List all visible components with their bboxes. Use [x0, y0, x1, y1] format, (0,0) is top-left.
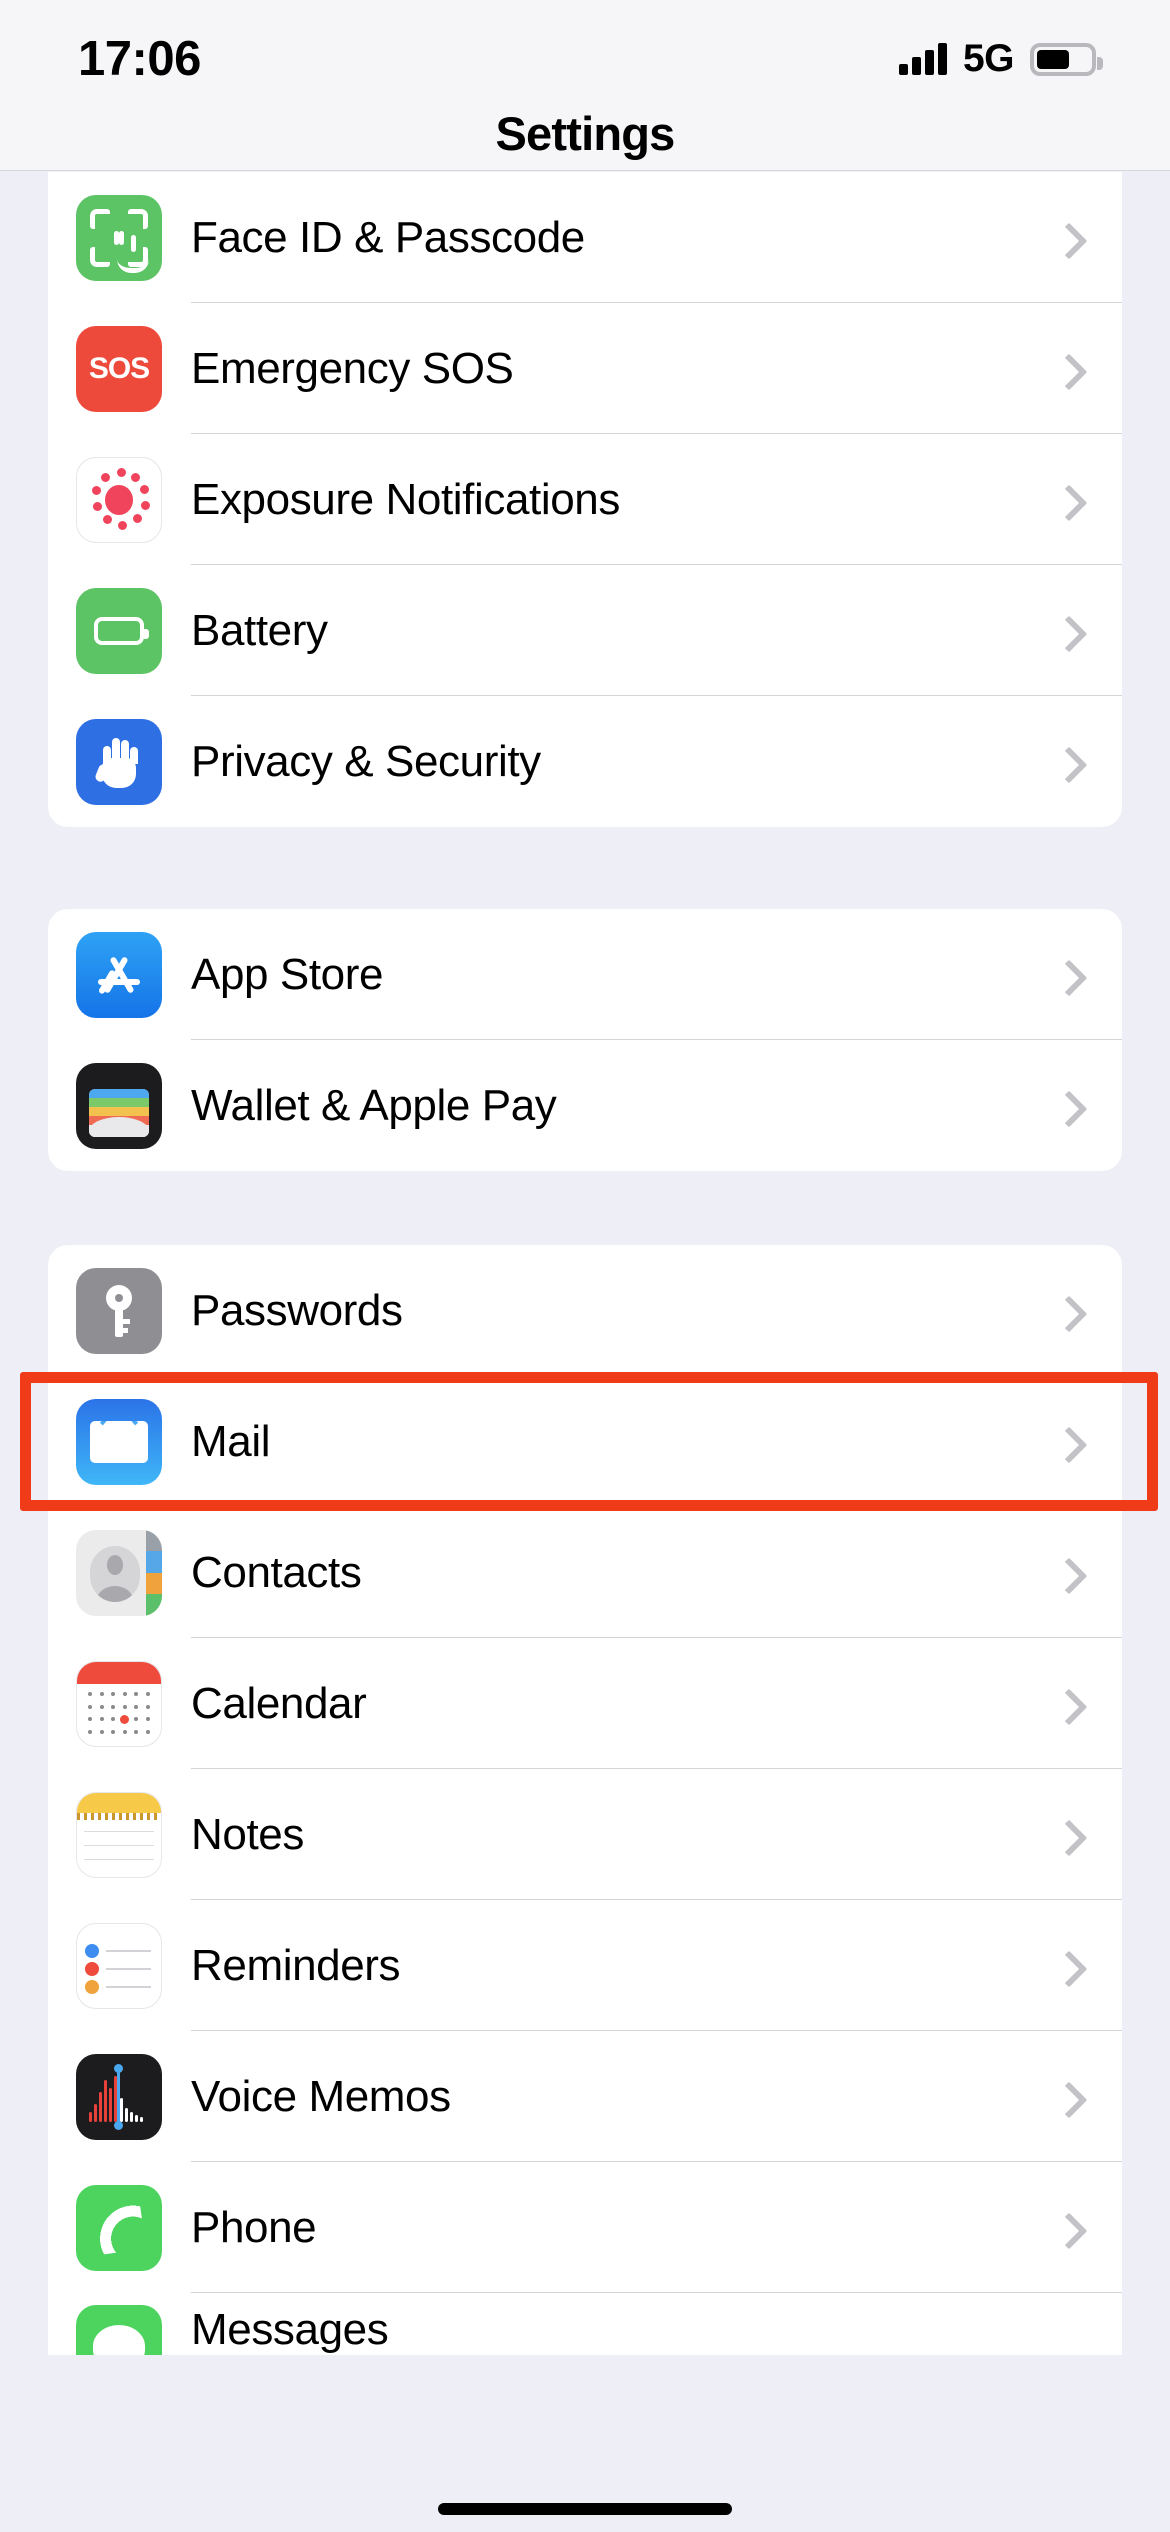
- chevron-right-icon: [1056, 1694, 1076, 1714]
- chevron-right-icon: [1056, 1825, 1076, 1845]
- home-indicator: [438, 2503, 732, 2515]
- chevron-right-icon: [1056, 1301, 1076, 1321]
- phone-icon: [76, 2184, 162, 2271]
- wallet-icon: [76, 1062, 162, 1149]
- calendar-icon: [76, 1660, 162, 1747]
- settings-row-contacts[interactable]: Contacts: [48, 1507, 1122, 1638]
- settings-row-calendar[interactable]: Calendar: [48, 1638, 1122, 1769]
- settings-group-store: App Store Wallet & Apple Pay: [48, 909, 1122, 1171]
- settings-row-label: Emergency SOS: [191, 343, 514, 393]
- chevron-right-icon: [1056, 490, 1076, 510]
- settings-row-wallet-apple-pay[interactable]: Wallet & Apple Pay: [48, 1040, 1122, 1171]
- settings-row-exposure-notifications[interactable]: Exposure Notifications: [48, 434, 1122, 565]
- settings-row-messages[interactable]: Messages: [48, 2293, 1122, 2355]
- chevron-right-icon: [1056, 1096, 1076, 1116]
- chevron-right-icon: [1056, 965, 1076, 985]
- settings-row-label: Phone: [191, 2202, 317, 2252]
- page-title: Settings: [495, 107, 675, 160]
- settings-row-notes[interactable]: Notes: [48, 1769, 1122, 1900]
- signal-bars-icon: [898, 43, 947, 75]
- exposure-notifications-icon: [76, 456, 162, 543]
- settings-group-security: Face ID & Passcode SOS Emergency SOS Exp…: [48, 172, 1122, 827]
- app-store-icon: [76, 931, 162, 1018]
- chevron-right-icon: [1056, 228, 1076, 248]
- settings-row-label: Contacts: [191, 1547, 362, 1597]
- settings-scroll-view[interactable]: Face ID & Passcode SOS Emergency SOS Exp…: [0, 172, 1170, 2532]
- chevron-right-icon: [1056, 1956, 1076, 1976]
- chevron-right-icon: [1056, 1432, 1076, 1452]
- settings-row-label: App Store: [191, 949, 384, 999]
- network-type-label: 5G: [962, 37, 1015, 80]
- settings-row-emergency-sos[interactable]: SOS Emergency SOS: [48, 303, 1122, 434]
- voice-memos-icon: [76, 2053, 162, 2140]
- status-bar-time: 17:06: [78, 32, 201, 86]
- chevron-right-icon: [1056, 359, 1076, 379]
- contacts-icon: [76, 1529, 162, 1616]
- settings-row-battery[interactable]: Battery: [48, 565, 1122, 696]
- settings-row-label: Face ID & Passcode: [191, 212, 585, 262]
- settings-row-label: Messages: [191, 2305, 389, 2354]
- chevron-right-icon: [1056, 752, 1076, 772]
- faceid-icon: [76, 194, 162, 281]
- settings-row-label: Voice Memos: [191, 2071, 451, 2121]
- chevron-right-icon: [1056, 2218, 1076, 2238]
- hand-icon: [76, 718, 162, 805]
- settings-row-label: Passwords: [191, 1285, 403, 1335]
- reminders-icon: [76, 1922, 162, 2009]
- settings-row-mail[interactable]: Mail: [48, 1376, 1122, 1507]
- navigation-bar: Settings: [0, 96, 1170, 171]
- key-icon: [76, 1267, 162, 1354]
- settings-row-phone[interactable]: Phone: [48, 2162, 1122, 2293]
- iphone-settings-screen: 17:06 5G Settings Face ID & Passcode SOS…: [0, 0, 1170, 2532]
- settings-row-face-id-passcode[interactable]: Face ID & Passcode: [48, 172, 1122, 303]
- settings-row-label: Notes: [191, 1809, 304, 1859]
- settings-row-label: Exposure Notifications: [191, 474, 620, 524]
- messages-icon: [76, 2305, 162, 2355]
- settings-row-label: Calendar: [191, 1678, 367, 1728]
- settings-row-label: Battery: [191, 605, 328, 655]
- battery-icon: [1030, 42, 1103, 76]
- status-bar-indicators: 5G: [898, 37, 1103, 81]
- settings-group-apps: Passwords Mail Contacts Calendar Notes R…: [48, 1245, 1122, 2355]
- settings-row-label: Reminders: [191, 1940, 401, 1990]
- settings-row-app-store[interactable]: App Store: [48, 909, 1122, 1040]
- battery-icon: [76, 587, 162, 674]
- settings-row-reminders[interactable]: Reminders: [48, 1900, 1122, 2031]
- settings-row-passwords[interactable]: Passwords: [48, 1245, 1122, 1376]
- settings-row-label: Mail: [191, 1416, 271, 1466]
- chevron-right-icon: [1056, 2087, 1076, 2107]
- settings-row-label: Privacy & Security: [191, 736, 541, 786]
- settings-row-voice-memos[interactable]: Voice Memos: [48, 2031, 1122, 2162]
- chevron-right-icon: [1056, 621, 1076, 641]
- chevron-right-icon: [1056, 1563, 1076, 1583]
- settings-row-label: Wallet & Apple Pay: [191, 1080, 557, 1130]
- sos-icon: SOS: [76, 325, 162, 412]
- notes-icon: [76, 1791, 162, 1878]
- mail-icon: [76, 1398, 162, 1485]
- status-bar: 17:06 5G: [0, 0, 1170, 96]
- settings-row-privacy-security[interactable]: Privacy & Security: [48, 696, 1122, 827]
